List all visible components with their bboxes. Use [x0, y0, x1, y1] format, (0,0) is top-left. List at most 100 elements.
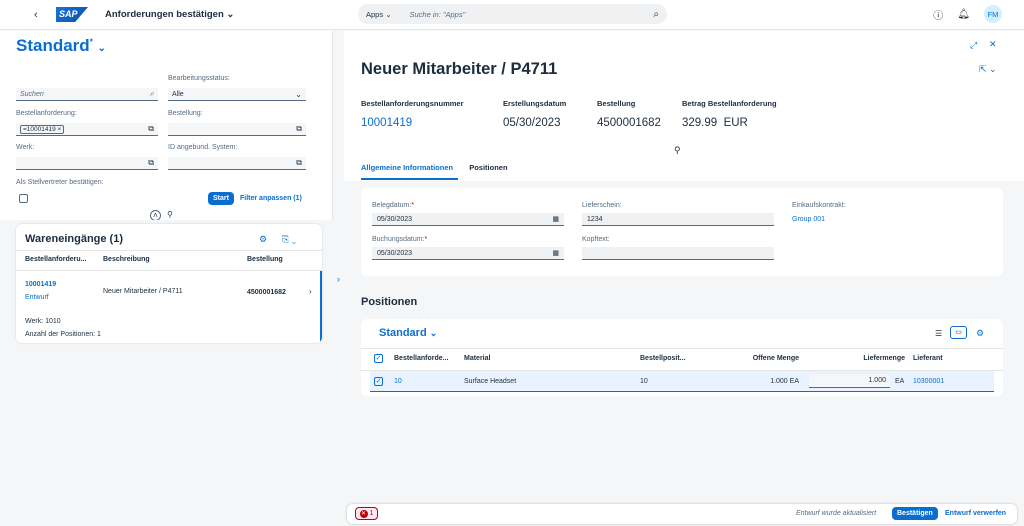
value-help-icon[interactable]: ⧉: [148, 158, 154, 168]
variant-title[interactable]: Standard* ⌄: [16, 36, 106, 56]
doc-date-label: Belegdatum:*: [372, 202, 415, 209]
adapt-filters-button[interactable]: Filter anpassen (1): [240, 195, 302, 202]
app-title-menu[interactable]: Anforderungen bestätigen ⌄: [105, 9, 234, 20]
request-label: Bestellanforderung:: [16, 110, 77, 117]
expand-column-icon[interactable]: ›: [337, 274, 340, 284]
plant-label: Werk:: [16, 144, 35, 151]
material: Surface Headset: [464, 378, 517, 385]
request-token[interactable]: =10001419 ×: [20, 124, 65, 134]
substitute-checkbox[interactable]: [19, 194, 28, 203]
kpi-label: Bestellanforderungsnummer: [361, 99, 464, 108]
column-header[interactable]: Bestellanforderu...: [25, 256, 86, 263]
column-header[interactable]: Bestellung: [247, 256, 283, 263]
share-icon[interactable]: ⇱ ⌄: [979, 64, 997, 75]
confirm-button[interactable]: Bestätigen: [892, 507, 938, 520]
back-button[interactable]: ‹: [34, 9, 38, 21]
request-link[interactable]: 10001419: [25, 281, 56, 288]
settings-icon[interactable]: ⚙: [976, 328, 984, 339]
calendar-icon[interactable]: ▦: [552, 249, 559, 257]
positions-table: Standard ⌄ ☰ ▭ ⚙ ✓ Bestellanforde... Mat…: [361, 319, 1003, 396]
order-field[interactable]: ⧉: [168, 123, 306, 136]
contract-link[interactable]: Group 001: [792, 216, 825, 223]
object-page: ⤢ ✕ ⇱ ⌄ Neuer Mitarbeiter / P4711 Bestel…: [344, 31, 1024, 526]
help-icon[interactable]: ⓘ: [933, 7, 943, 22]
list-item[interactable]: 10001419 Entwurf Neuer Mitarbeiter / P47…: [16, 271, 322, 343]
order-number: 4500001682: [247, 289, 286, 296]
count-attribute: Anzahl der Positionen: 1: [25, 331, 101, 338]
close-icon[interactable]: ✕: [989, 39, 997, 50]
kpi-label: Bestellung: [597, 99, 636, 108]
row-checkbox[interactable]: ✓: [374, 377, 383, 386]
pin-header-icon[interactable]: ⚲: [674, 145, 681, 156]
table-variant[interactable]: Standard ⌄: [379, 327, 437, 339]
table-view-icon[interactable]: ▭: [950, 326, 967, 339]
header-text-input[interactable]: [582, 247, 774, 260]
start-button[interactable]: Start: [208, 192, 234, 205]
search-icon[interactable]: ⌕: [150, 89, 154, 99]
general-info-section: Belegdatum:* 05/30/2023 ▦ Buchungsdatum:*…: [361, 188, 1003, 276]
post-date-label: Buchungsdatum:*: [372, 236, 428, 243]
column-header[interactable]: Bestellanforde...: [394, 355, 448, 362]
message-button[interactable]: ✕ 1: [355, 507, 378, 520]
app-title: Anforderungen bestätigen: [105, 9, 224, 20]
tab-bar: Allgemeine Informationen Positionen: [361, 163, 508, 172]
description: Neuer Mitarbeiter / P4711: [103, 288, 183, 295]
settings-icon[interactable]: ⚙: [259, 234, 267, 245]
request-field[interactable]: =10001419 × ⧉: [16, 123, 158, 136]
fullscreen-icon[interactable]: ⤢: [970, 40, 977, 51]
error-icon: ✕: [359, 509, 368, 518]
system-field[interactable]: ⧉: [168, 157, 306, 170]
supplier-link[interactable]: 10300001: [913, 378, 944, 385]
column-header[interactable]: Bestellposit...: [640, 355, 686, 362]
avatar[interactable]: FM: [984, 5, 1002, 23]
column-header[interactable]: Liefermenge: [843, 355, 905, 362]
column-header[interactable]: Beschreibung: [103, 256, 150, 263]
delivery-unit: EA: [895, 378, 905, 385]
discard-draft-button[interactable]: Entwurf verwerfen: [945, 510, 1006, 517]
chevron-down-icon: ⌄: [429, 328, 438, 338]
amount: 329.99 EUR: [682, 117, 748, 129]
select-all-checkbox[interactable]: ✓: [374, 354, 383, 363]
search-icon[interactable]: ⌕: [653, 9, 659, 20]
kpi-label: Betrag Bestellanforderung: [682, 99, 777, 108]
contract-label: Einkaufskontrakt:: [792, 202, 846, 209]
value-help-icon[interactable]: ⧉: [296, 158, 302, 168]
delivery-qty-input[interactable]: 1.000: [809, 374, 890, 388]
kpi-label: Erstellungsdatum: [503, 99, 567, 108]
column-header[interactable]: Offene Menge: [739, 355, 799, 362]
substitute-label: Als Stellvertreter bestätigen:: [16, 179, 104, 186]
list-view-icon[interactable]: ☰: [935, 329, 942, 338]
value-help-icon[interactable]: ⧉: [148, 124, 154, 134]
export-icon[interactable]: ⎘ ⌄: [282, 234, 296, 245]
draft-status: Entwurf wurde aktualisiert: [796, 510, 877, 517]
search-input[interactable]: Suche in: "Apps": [409, 10, 653, 19]
tab-indicator: [361, 178, 458, 180]
object-header: ⤢ ✕ ⇱ ⌄ Neuer Mitarbeiter / P4711 Bestel…: [344, 31, 1024, 181]
list-title: Wareneingänge (1): [25, 233, 123, 245]
search-scope-select[interactable]: Apps ⌄: [366, 10, 391, 19]
chevron-down-icon: ⌄: [295, 89, 302, 99]
creation-date: 05/30/2023: [503, 117, 561, 129]
system-label: ID angebund. System:: [168, 144, 238, 151]
column-header[interactable]: Lieferant: [913, 355, 943, 362]
plant-field[interactable]: ⧉: [16, 157, 158, 170]
calendar-icon[interactable]: ▦: [552, 215, 559, 223]
value-help-icon[interactable]: ⧉: [296, 124, 302, 134]
column-header[interactable]: Material: [464, 355, 490, 362]
shell-search[interactable]: Apps ⌄ Suche in: "Apps" ⌕: [358, 4, 667, 24]
sap-logo[interactable]: SAP: [56, 7, 88, 22]
post-date-picker[interactable]: 05/30/2023 ▦: [372, 247, 564, 260]
status-link[interactable]: Entwurf: [25, 294, 49, 301]
search-input[interactable]: Suchen ⌕: [16, 88, 158, 101]
doc-date-picker[interactable]: 05/30/2023 ▦: [372, 213, 564, 226]
item-link[interactable]: 10: [394, 378, 402, 385]
delivery-note-input[interactable]: 1234: [582, 213, 774, 226]
tab-positions[interactable]: Positionen: [469, 163, 507, 172]
tab-general[interactable]: Allgemeine Informationen: [361, 163, 453, 172]
request-number-link[interactable]: 10001419: [361, 117, 412, 129]
shell-bar: ‹ SAP Anforderungen bestätigen ⌄ Apps ⌄ …: [0, 0, 1024, 30]
table-row[interactable]: ✓ 10 Surface Headset 10 1.000 EA 1.000 E…: [370, 371, 994, 392]
notification-bell-icon[interactable]: 🔔︎: [957, 9, 970, 20]
status-select[interactable]: Alle ⌄: [168, 88, 306, 101]
status-label: Bearbeitungsstatus:: [168, 75, 230, 82]
